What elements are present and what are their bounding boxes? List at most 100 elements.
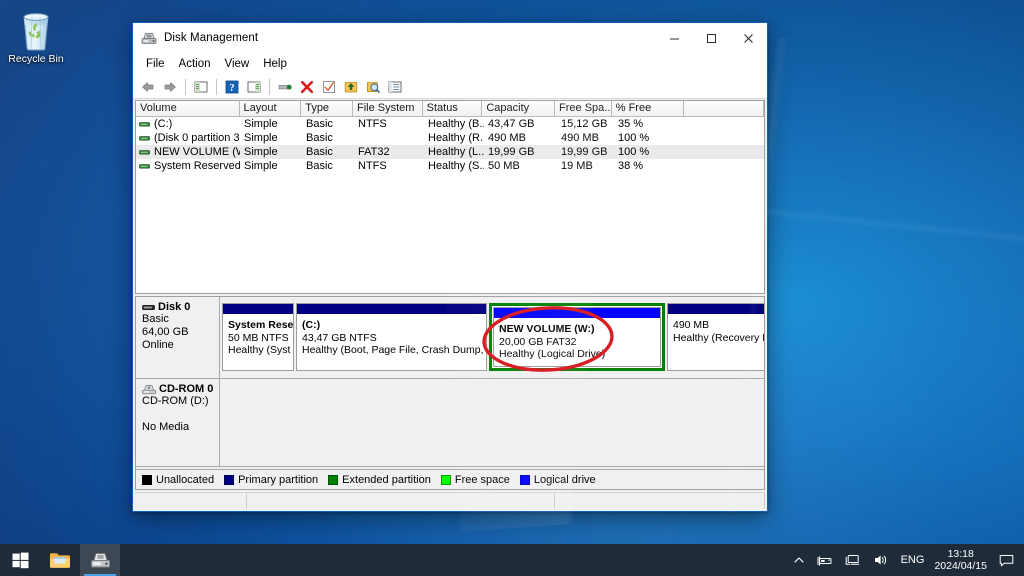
column-header[interactable]: Layout [239,101,302,117]
statusbar-segment [555,493,765,509]
network-button[interactable] [839,544,867,576]
volume-row[interactable]: (C:) Simple Basic NTFS Healthy (B... 43,47 GB… [136,117,764,131]
show-hide-action-pane-button[interactable] [243,76,265,98]
volume-cell-type: Basic [306,146,333,158]
show-hide-console-tree-button[interactable] [190,76,212,98]
disk-detail-line: No Media [142,421,190,433]
legend: Unallocated Primary partition Extended par… [136,469,764,489]
volume-row[interactable]: System Reserved Simple Basic NTFS Healthy (S… [136,159,764,173]
menu-help[interactable]: Help [256,56,294,72]
close-icon [744,33,753,43]
volume-cell-type: Basic [306,118,333,130]
legend-swatch [440,474,451,485]
volume-cell-file-system: NTFS [358,160,387,172]
help-icon: ? [225,80,239,94]
volume-button[interactable] [867,544,895,576]
disk-management-icon [141,33,157,44]
column-header[interactable]: Volume [136,101,240,117]
disk-rows: Disk 0 Basic 64,00 GB Online System Rese 50 M… [136,297,764,469]
column-header[interactable]: File System [352,101,423,117]
volume-list-pane[interactable]: Volume Layout Type File System Status Capacit… [135,100,765,294]
volume-cell-percent-free: 38 % [618,160,644,172]
legend-item: Primary partition [224,474,318,486]
volume-cell-capacity: 19,99 GB [488,146,535,158]
partition-c-drive[interactable]: (C:) 43,47 GB NTFS Healthy (Boot, Page Fil… [296,303,487,371]
legend-item: Extended partition [328,474,431,486]
forward-button[interactable] [159,76,181,98]
column-header[interactable] [684,101,764,117]
disk-row: CD-ROM 0 CD-ROM (D:) No Media [136,379,764,467]
rescan-disks-button[interactable] [362,76,384,98]
column-header[interactable]: Status [422,101,483,117]
view-details-icon [388,81,402,92]
partition-strip: System Rese 50 MB NTFS Healthy (Syst (C:) 43… [220,297,764,379]
column-header[interactable]: Type [301,101,353,117]
statusbar-segment [247,493,555,509]
windows-logo-icon [12,552,28,568]
volume-cell-percent-free: 100 % [618,146,650,158]
column-header[interactable]: Capacity [482,101,556,117]
partition-status: Healthy (Recovery Parti [673,331,764,344]
show-hidden-icons-button[interactable] [787,544,811,576]
column-header[interactable]: % Free [611,101,685,117]
volume-cell-status: Healthy (L... [428,146,484,158]
partition-new-volume-w[interactable]: NEW VOLUME (W:) 20,00 GB FAT32 Healthy (Lo… [489,303,665,371]
start-button[interactable] [0,544,40,576]
volume-cell-status: Healthy (R... [428,132,484,144]
graphical-disk-pane[interactable]: Disk 0 Basic 64,00 GB Online System Rese 50 M… [135,296,765,490]
window-title: Disk Management [164,32,259,44]
taskbar-file-explorer[interactable] [40,544,80,576]
volume-label: NEW VOLUME (W:) [154,146,240,158]
partition-system-reserved[interactable]: System Rese 50 MB NTFS Healthy (Syst [222,303,294,371]
toolbar: ? [133,75,767,99]
check-icon [323,80,335,93]
disk-info-cd-rom-0[interactable]: CD-ROM 0 CD-ROM (D:) No Media [136,379,220,467]
action-center-button[interactable] [995,544,1022,576]
window-titlebar[interactable]: Disk Management [133,23,767,53]
minimize-button[interactable] [656,23,693,53]
toolbar-separator [185,78,186,95]
desktop-icon-recycle-bin[interactable]: Recycle Bin [4,6,68,65]
legend-label: Extended partition [342,473,431,486]
volume-icon [139,163,150,169]
removable-media-button[interactable] [811,544,839,576]
volume-row[interactable]: NEW VOLUME (W:) Simple Basic FAT32 Healthy (… [136,145,764,159]
recycle-bin-label: Recycle Bin [8,53,64,65]
partition-body: System Rese 50 MB NTFS Healthy (Syst [223,314,293,370]
legend-item: Logical drive [519,474,596,486]
partition-status: Healthy (Boot, Page File, Crash Dump, Pr… [302,344,486,356]
volume-cell-file-system: FAT32 [358,146,390,158]
clock[interactable]: 13:18 2024/04/15 [930,548,995,572]
partition-body: 490 MBHealthy (Recovery Parti [668,314,764,370]
view-details-button[interactable] [384,76,406,98]
partition-size: 50 MB NTFS [228,331,289,344]
volume-cell-free-space: 19 MB [561,160,593,172]
close-button[interactable] [730,23,767,53]
check-button[interactable] [318,76,340,98]
clock-time: 13:18 [947,548,974,560]
removable-media-icon [817,556,832,566]
disk-info-disk-0[interactable]: Disk 0 Basic 64,00 GB Online [136,297,220,379]
language-indicator[interactable]: ENG [895,554,931,566]
legend-swatch [519,474,530,485]
properties-button[interactable] [274,76,296,98]
help-button[interactable]: ? [221,76,243,98]
back-button[interactable] [137,76,159,98]
delete-button[interactable] [296,76,318,98]
maximize-button[interactable] [693,23,730,53]
recycle-bin-icon [23,13,49,51]
menu-view[interactable]: View [218,56,257,72]
volume-row[interactable]: (Disk 0 partition 3) Simple Basic Healthy (… [136,131,764,145]
partition-status: Healthy (Syst [228,344,291,356]
taskbar-disk-management[interactable] [80,544,120,576]
volume-cell-capacity: 490 MB [488,132,526,144]
menu-file[interactable]: File [139,56,172,72]
menu-action[interactable]: Action [172,56,218,72]
column-header[interactable]: Free Spa... [555,101,612,117]
menubar: File Action View Help [133,53,767,75]
legend-swatch [328,474,339,485]
export-list-button[interactable] [340,76,362,98]
volume-cell-volume: (Disk 0 partition 3) [136,131,240,145]
partition-recovery[interactable]: 490 MBHealthy (Recovery Parti [667,303,764,371]
partition-label: NEW VOLUME (W:) [499,323,595,335]
